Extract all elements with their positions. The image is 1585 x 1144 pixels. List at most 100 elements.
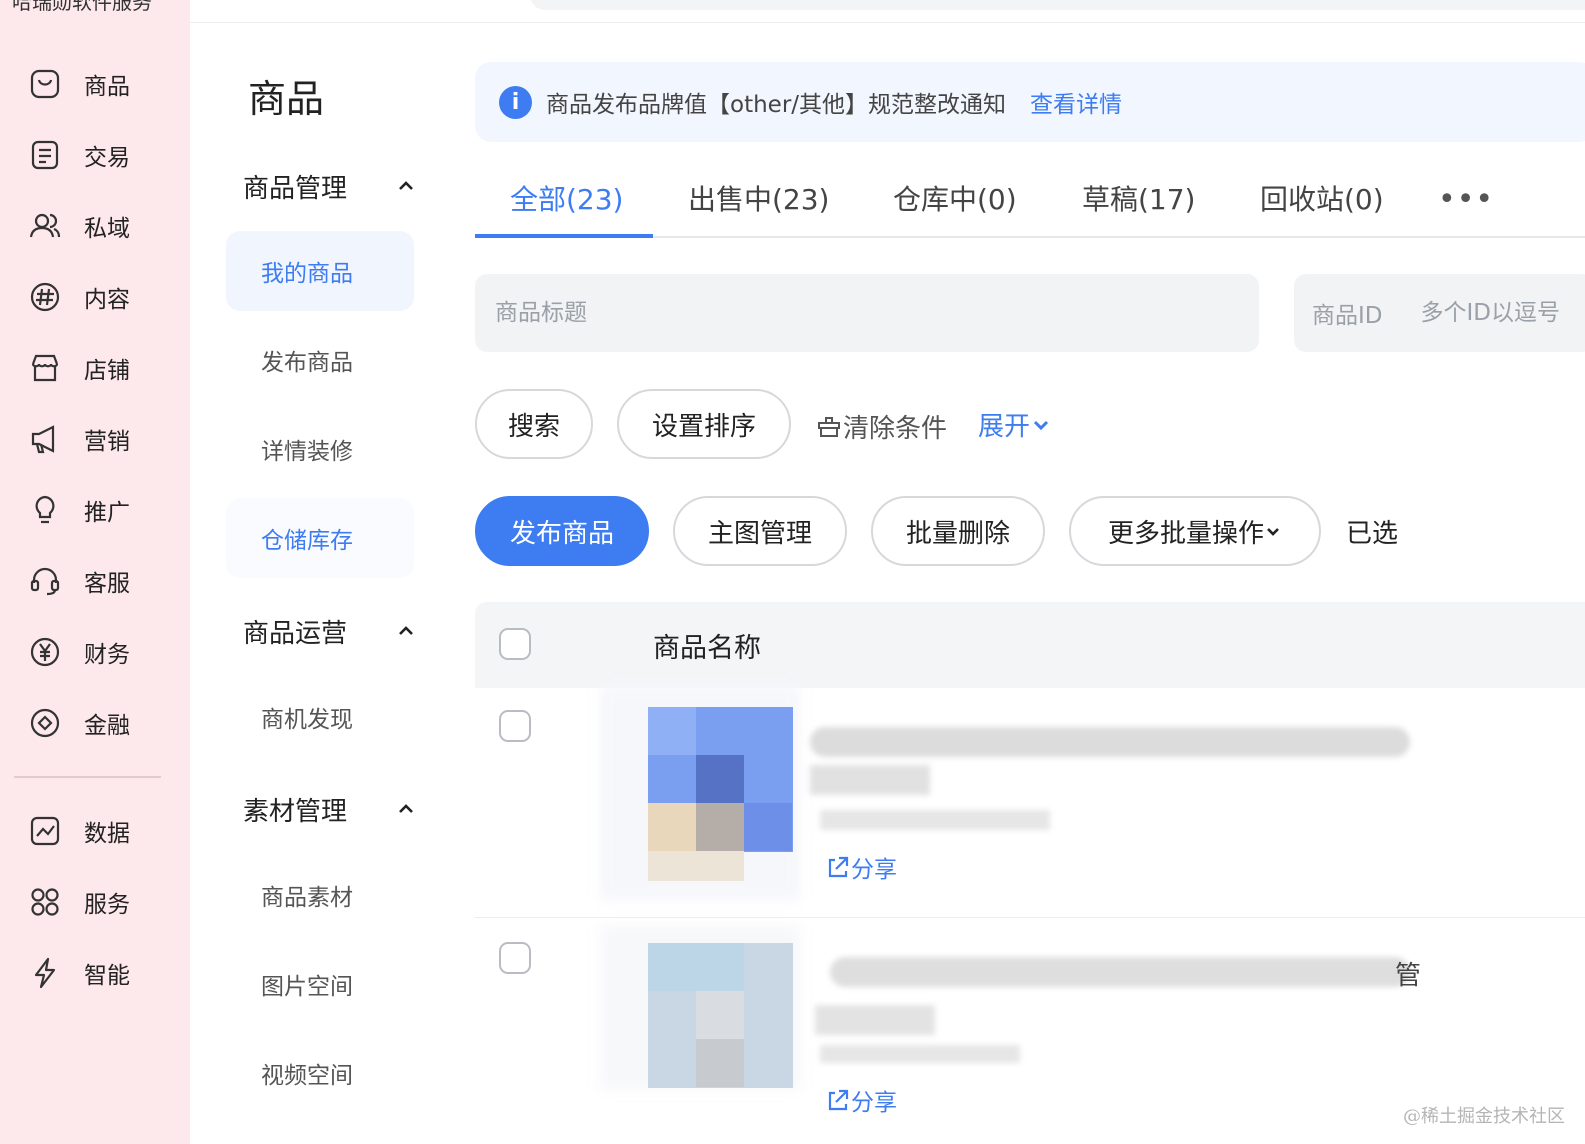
group-material-management[interactable]: 素材管理 [243,789,415,829]
tab-recycle-bin[interactable]: 回收站(0) [1260,178,1384,238]
nav-label: 推广 [84,500,130,526]
nav-label: 店铺 [84,358,130,384]
nav-label: 智能 [84,963,130,989]
chevron-down-icon [1033,420,1049,430]
tab-warehouse[interactable]: 仓库中(0) [893,178,1017,238]
batch-delete-button[interactable]: 批量删除 [871,496,1045,566]
row-checkbox[interactable] [499,942,531,974]
nav-label: 服务 [84,892,130,918]
store-icon [31,354,59,382]
group-goods-management[interactable]: 商品管理 [243,166,415,206]
row-divider [475,917,1585,918]
share-icon [828,1089,849,1111]
nav-item-ai[interactable]: 智能 [28,951,130,995]
column-header-name: 商品名称 [653,633,761,664]
sidebar-item-opportunity[interactable]: 商机发现 [226,677,414,757]
clear-conditions-button[interactable]: 清除条件 [815,408,947,445]
id-search-input[interactable] [1418,299,1573,327]
share-button[interactable]: 分享 [825,850,897,884]
expand-label: 展开 [978,412,1031,442]
sidebar-item-goods-material[interactable]: 商品素材 [226,855,414,935]
grid-icon [31,888,59,916]
chart-icon [30,816,60,846]
share-icon [828,856,849,878]
notice-text: 商品发布品牌值【other/其他】规范整改通知 [546,92,1007,118]
nav-label: 数据 [84,821,130,847]
nav-item-services[interactable]: 服务 [28,880,130,924]
group-label: 素材管理 [243,796,348,827]
section-title: 商品 [248,77,325,121]
left-nav: 哈瑞勋软件服务 商品 交易 私域 内容 店铺 营销 推广 客服 财务 金融 数据… [0,0,190,1144]
nav-item-service[interactable]: 客服 [28,559,130,603]
nav-label: 金融 [84,713,130,739]
group-goods-operation[interactable]: 商品运营 [243,611,415,651]
megaphone-icon [31,425,55,454]
nav-item-marketing[interactable]: 营销 [28,417,130,461]
tab-all[interactable]: 全部(23) [510,178,623,238]
set-sort-button[interactable]: 设置排序 [617,389,791,459]
nav-item-private[interactable]: 私域 [28,204,130,248]
nav-label: 私域 [84,216,130,242]
finance-icon [30,708,60,738]
chevron-up-icon [399,181,413,190]
title-search-input[interactable] [493,299,1237,327]
notice-link[interactable]: 查看详情 [1030,85,1122,119]
product-title-partial: 管 [1395,961,1422,991]
nav-item-shop[interactable]: 店铺 [28,346,130,390]
users-icon [29,213,61,238]
product-thumbnail-blurred [600,925,800,1090]
lightbulb-icon [35,495,55,524]
title-search-field[interactable] [475,274,1259,352]
app-title: 哈瑞勋软件服务 [12,0,152,14]
bag-icon [30,69,60,99]
nav-item-finance[interactable]: 财务 [28,630,130,674]
group-label: 商品管理 [243,173,348,204]
top-search-bar[interactable] [530,0,1585,10]
select-all-checkbox[interactable] [499,628,531,660]
nav-label: 客服 [84,571,130,597]
chevron-up-icon [399,626,413,635]
tab-on-sale[interactable]: 出售中(23) [688,178,829,238]
expand-button[interactable]: 展开 [978,406,1052,443]
nav-label: 财务 [84,642,130,668]
main-image-management-button[interactable]: 主图管理 [673,496,847,566]
group-label: 商品运营 [243,618,348,649]
nav-item-fintech[interactable]: 金融 [28,701,130,745]
sidebar-item-image-space[interactable]: 图片空间 [226,944,414,1024]
nav-item-goods[interactable]: 商品 [28,62,130,106]
nav-label: 商品 [84,74,130,100]
nav-item-data[interactable]: 数据 [28,809,130,853]
selected-count-label: 已选 [1346,519,1399,549]
id-label: 商品ID [1312,303,1383,329]
nav-item-content[interactable]: 内容 [28,275,130,319]
info-icon: i [499,85,532,119]
active-tab-indicator [475,234,653,238]
sidebar-item-video-space[interactable]: 视频空间 [226,1033,414,1113]
share-button[interactable]: 分享 [825,1083,897,1117]
nav-item-promote[interactable]: 推广 [28,488,130,532]
share-label: 分享 [851,1090,897,1116]
nav-item-trade[interactable]: 交易 [28,133,130,177]
publish-goods-button[interactable]: 发布商品 [475,496,649,566]
product-title-blurred [800,945,1420,1065]
more-batch-label: 更多批量操作 [1107,518,1264,549]
id-search-field[interactable]: 商品ID [1294,274,1585,352]
nav-label: 内容 [84,287,130,313]
search-button[interactable]: 搜索 [475,389,593,459]
product-thumbnail-blurred [600,685,800,900]
sidebar-item-detail-decoration[interactable]: 详情装修 [226,409,414,489]
sidebar-item-inventory[interactable]: 仓储库存 [226,498,414,578]
share-label: 分享 [851,857,897,883]
row-checkbox[interactable] [499,710,531,742]
tab-draft[interactable]: 草稿(17) [1082,178,1195,238]
yuan-icon [30,637,60,667]
nav-label: 交易 [84,145,130,171]
nav-divider [14,776,161,778]
clear-conditions-label: 清除条件 [843,414,948,444]
notice-banner: i 商品发布品牌值【other/其他】规范整改通知 查看详情 [475,62,1585,142]
sidebar-item-my-goods[interactable]: 我的商品 [226,231,414,311]
more-batch-operations-button[interactable]: 更多批量操作 [1069,496,1321,566]
sidebar-item-publish-goods[interactable]: 发布商品 [226,320,414,400]
more-tabs-button[interactable]: ••• [1438,182,1494,217]
chevron-down-icon [1267,528,1279,536]
